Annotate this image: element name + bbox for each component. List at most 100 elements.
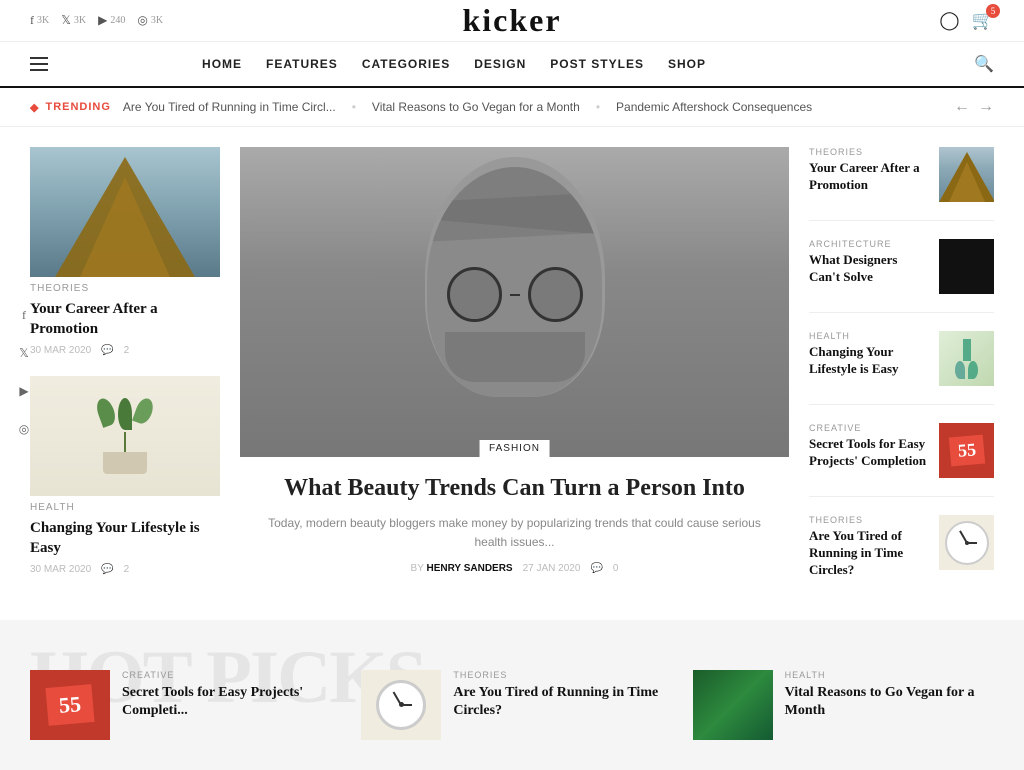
- hamburger-menu[interactable]: [30, 57, 48, 71]
- right-article-5-image[interactable]: [939, 515, 994, 570]
- featured-author-label: BY HENRY SANDERS: [411, 563, 513, 574]
- trending-item-3[interactable]: Pandemic Aftershock Consequences: [616, 100, 812, 114]
- left-article-1-date: 30 MAR 2020: [30, 345, 91, 356]
- featured-category-badge: FASHION: [479, 440, 550, 457]
- comment-icon-2: 💬: [101, 564, 113, 575]
- left-article-2-meta: 30 MAR 2020 💬 2: [30, 564, 220, 575]
- right-article-2-image[interactable]: [939, 239, 994, 294]
- right-article-1-category: THEORIES: [809, 147, 929, 157]
- nav-bar: HOME FEATURES CATEGORIES DESIGN POST STY…: [0, 42, 1024, 88]
- hamburger-line-2: [30, 63, 48, 65]
- hamburger-line-1: [30, 57, 48, 59]
- featured-excerpt: Today, modern beauty bloggers make money…: [260, 514, 769, 552]
- right-article-4-image[interactable]: 55: [939, 423, 994, 478]
- left-article-2-title[interactable]: Changing Your Lifestyle is Easy: [30, 519, 220, 558]
- right-article-1-image[interactable]: [939, 147, 994, 202]
- social-twitter[interactable]: 𝕏 3K: [61, 13, 86, 28]
- trending-item-1[interactable]: Are You Tired of Running in Time Circl..…: [123, 100, 336, 114]
- right-article-2-content: ARCHITECTURE What Designers Can't Solve: [809, 239, 929, 286]
- social-youtube[interactable]: ▶ 240: [98, 13, 125, 28]
- float-facebook[interactable]: f: [10, 302, 38, 330]
- right-article-1-title[interactable]: Your Career After a Promotion: [809, 160, 929, 194]
- right-article-2-title[interactable]: What Designers Can't Solve: [809, 252, 929, 286]
- hamburger-line-3: [30, 69, 48, 71]
- nav-categories[interactable]: CATEGORIES: [362, 57, 450, 71]
- social-facebook[interactable]: f 3K: [30, 13, 49, 28]
- cart-icon[interactable]: 🛒 5: [972, 10, 994, 31]
- float-instagram[interactable]: ◎: [10, 416, 38, 444]
- facebook-count: 3K: [37, 15, 49, 26]
- search-icon[interactable]: 🔍: [974, 54, 994, 74]
- bottom-card-1-category: CREATIVE: [122, 670, 331, 680]
- social-float-sidebar: f 𝕏 ▶ ◎: [10, 302, 38, 444]
- right-article-5-title[interactable]: Are You Tired of Running in Time Circles…: [809, 528, 929, 579]
- top-right-actions: ◯ 🛒 5: [939, 10, 994, 31]
- site-logo[interactable]: kicker: [462, 2, 561, 39]
- main-content: THEORIES Your Career After a Promotion 3…: [0, 127, 1024, 610]
- nav-shop[interactable]: SHOP: [668, 57, 706, 71]
- bottom-card-3-title[interactable]: Vital Reasons to Go Vegan for a Month: [785, 684, 994, 720]
- right-article-5-content: THEORIES Are You Tired of Running in Tim…: [809, 515, 929, 579]
- bottom-card-1-content: CREATIVE Secret Tools for Easy Projects'…: [122, 670, 331, 720]
- left-article-2-comments: 2: [124, 564, 130, 575]
- nav-post-styles[interactable]: POST STYLES: [550, 57, 644, 71]
- bottom-card-2-category: THEORIES: [453, 670, 662, 680]
- right-article-3-content: HEALTH Changing Your Lifestyle is Easy: [809, 331, 929, 378]
- featured-comment-icon: 💬: [590, 563, 602, 574]
- nav-home[interactable]: HOME: [202, 57, 242, 71]
- bottom-card-2: THEORIES Are You Tired of Running in Tim…: [361, 670, 662, 740]
- trending-dot-1: •: [352, 100, 356, 114]
- bottom-card-1-title[interactable]: Secret Tools for Easy Projects' Completi…: [122, 684, 331, 720]
- left-article-1-meta: 30 MAR 2020 💬 2: [30, 345, 220, 356]
- nav-design[interactable]: DESIGN: [474, 57, 526, 71]
- instagram-count: 3K: [151, 15, 163, 26]
- trending-nav: ← →: [954, 98, 994, 116]
- right-article-2-category: ARCHITECTURE: [809, 239, 929, 249]
- featured-category-text: FASHION: [489, 443, 540, 454]
- bottom-card-2-title[interactable]: Are You Tired of Running in Time Circles…: [453, 684, 662, 720]
- twitter-icon: 𝕏: [61, 13, 71, 28]
- left-article-2-category: HEALTH: [30, 502, 220, 513]
- right-article-1: THEORIES Your Career After a Promotion: [809, 147, 994, 202]
- left-article-1-title[interactable]: Your Career After a Promotion: [30, 300, 220, 339]
- left-article-2-image[interactable]: [30, 376, 220, 496]
- user-icon[interactable]: ◯: [939, 10, 959, 31]
- twitter-count: 3K: [74, 15, 86, 26]
- social-instagram[interactable]: ◎ 3K: [137, 13, 163, 28]
- right-article-3-title[interactable]: Changing Your Lifestyle is Easy: [809, 344, 929, 378]
- left-article-1-comments: 2: [124, 345, 130, 356]
- float-youtube[interactable]: ▶: [10, 378, 38, 406]
- right-article-1-content: THEORIES Your Career After a Promotion: [809, 147, 929, 194]
- float-twitter[interactable]: 𝕏: [10, 340, 38, 368]
- bottom-card-3-image[interactable]: [693, 670, 773, 740]
- featured-comments: 0: [613, 563, 619, 574]
- bottom-card-1-image[interactable]: 55: [30, 670, 110, 740]
- right-article-4-content: CREATIVE Secret Tools for Easy Projects'…: [809, 423, 929, 470]
- left-article-2: HEALTH Changing Your Lifestyle is Easy 3…: [30, 376, 220, 575]
- right-article-3-image[interactable]: [939, 331, 994, 386]
- right-article-5: THEORIES Are You Tired of Running in Tim…: [809, 515, 994, 579]
- featured-meta: BY HENRY SANDERS 27 JAN 2020 💬 0: [260, 563, 769, 574]
- trending-next-button[interactable]: →: [978, 98, 994, 116]
- nav-links: HOME FEATURES CATEGORIES DESIGN POST STY…: [202, 57, 706, 71]
- right-article-2: ARCHITECTURE What Designers Can't Solve: [809, 239, 994, 294]
- right-article-3: HEALTH Changing Your Lifestyle is Easy: [809, 331, 994, 386]
- left-article-1-image[interactable]: [30, 147, 220, 277]
- right-column: THEORIES Your Career After a Promotion A…: [809, 147, 994, 590]
- trending-item-2[interactable]: Vital Reasons to Go Vegan for a Month: [372, 100, 580, 114]
- bottom-card-1: 55 CREATIVE Secret Tools for Easy Projec…: [30, 670, 331, 740]
- trending-prev-button[interactable]: ←: [954, 98, 970, 116]
- nav-features[interactable]: FEATURES: [266, 57, 338, 71]
- featured-author-name: HENRY SANDERS: [426, 563, 512, 574]
- bottom-cards: 55 CREATIVE Secret Tools for Easy Projec…: [30, 650, 994, 740]
- left-article-1-category: THEORIES: [30, 283, 220, 294]
- bottom-wrapper: HOT PICKS 55 CREATIVE Secret Tools for E…: [30, 650, 994, 740]
- right-article-4-title[interactable]: Secret Tools for Easy Projects' Completi…: [809, 436, 929, 470]
- bottom-card-2-content: THEORIES Are You Tired of Running in Tim…: [453, 670, 662, 720]
- featured-title[interactable]: What Beauty Trends Can Turn a Person Int…: [260, 473, 769, 504]
- featured-image[interactable]: FASHION: [240, 147, 789, 457]
- bottom-card-2-image[interactable]: [361, 670, 441, 740]
- youtube-icon: ▶: [98, 13, 107, 28]
- bottom-card-3-category: HEALTH: [785, 670, 994, 680]
- trending-text: TRENDING: [45, 101, 110, 113]
